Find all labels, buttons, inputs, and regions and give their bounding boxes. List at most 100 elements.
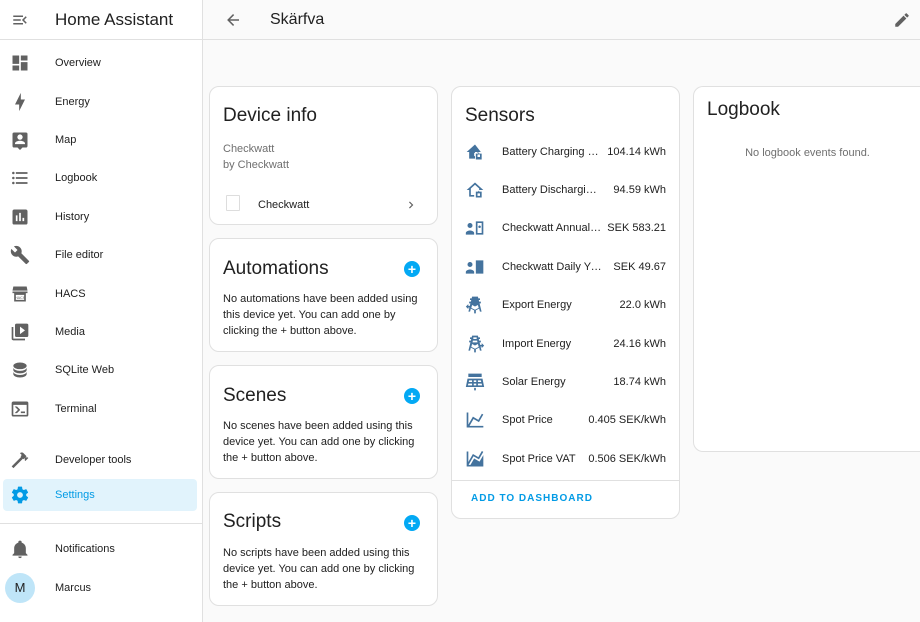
hammer-icon [10,450,30,470]
device-info-card: Device info Checkwatt by Checkwatt Check… [209,86,438,225]
sidebar-item-map[interactable]: Map [0,121,202,159]
transmission-tower-import-icon [464,333,486,355]
lightning-icon [10,92,30,112]
sidebar-item-overview[interactable]: Overview [0,44,202,82]
sidebar-item-label: Marcus [55,581,92,594]
card-title: Device info [223,105,317,126]
back-button[interactable] [221,8,245,32]
wrench-icon [10,245,30,265]
sidebar-item-terminal[interactable]: Terminal [0,390,202,428]
menu-open-icon [13,15,27,24]
device-link[interactable]: Checkwatt [210,191,439,219]
sidebar-item-label: Terminal [55,402,97,415]
sidebar-item-energy[interactable]: Energy [0,82,202,120]
sidebar-item-label: File editor [55,249,104,262]
sensor-row[interactable]: Battery Charging Energy 104.14 kWh [452,137,678,167]
sensor-value: SEK 49.67 [613,261,666,273]
sensor-name: Checkwatt Annual Yield [502,222,602,234]
automations-empty-text: No automations have been added using thi… [223,293,418,337]
plus-icon: + [407,261,417,277]
hacs-icon: HACS [10,284,30,304]
sidebar-nav: Overview Energy Map Logbook History File… [0,40,202,607]
logbook-card: Logbook No logbook events found. [693,86,920,452]
top-bar: Skärfva [203,0,920,40]
sidebar-item-label: History [55,210,90,223]
page-title: Skärfva [270,10,325,28]
chevron-right-icon [409,201,414,209]
account-cash-icon [464,256,486,278]
sidebar-item-label: SQLite Web [55,364,115,377]
sidebar-item-label: Map [55,133,77,146]
sensor-name: Export Energy [502,299,572,311]
sidebar-item-profile[interactable]: M Marcus [0,569,202,607]
sidebar-item-label: HACS [55,287,86,300]
automations-card: Automations + No automations have been a… [209,238,438,352]
list-icon [10,168,30,188]
card-title: Automations [223,258,329,279]
sensor-value: SEK 583.21 [607,222,666,234]
gear-icon [10,485,30,505]
sidebar-item-hacs[interactable]: HACS HACS [0,274,202,312]
sidebar-divider [0,523,202,525]
sidebar-item-developer-tools[interactable]: Developer tools [0,441,202,479]
edit-device-button[interactable] [890,8,914,32]
sidebar-header: Home Assistant [0,0,202,40]
sensor-row[interactable]: Checkwatt Annual Yield SEK 583.21 [452,213,678,243]
sidebar-item-settings[interactable]: Settings [3,479,197,512]
sensor-value: 24.16 kWh [613,338,666,350]
sidebar-item-file-editor[interactable]: File editor [0,236,202,274]
sensor-value: 94.59 kWh [613,184,666,196]
sensor-row[interactable]: Export Energy 22.0 kWh [452,290,678,320]
scripts-card: Scripts + No scripts have been added usi… [209,492,438,606]
device-manufacturer: by Checkwatt [223,159,290,171]
add-to-dashboard-button[interactable]: ADD TO DASHBOARD [471,493,593,504]
transmission-tower-export-icon [464,294,486,316]
sidebar-item-logbook[interactable]: Logbook [0,159,202,197]
add-script-button[interactable]: + [404,515,420,531]
card-divider [452,480,679,481]
sidebar-item-label: Notifications [55,543,115,556]
sensor-name: Spot Price [502,414,553,426]
sensor-row[interactable]: Checkwatt Daily Yield SEK 49.67 [452,252,678,282]
sidebar-item-sqlite-web[interactable]: SQLite Web [0,351,202,389]
svg-text:HACS: HACS [15,296,26,300]
sidebar-item-history[interactable]: History [0,198,202,236]
add-scene-button[interactable]: + [404,388,420,404]
sensor-value: 0.405 SEK/kWh [588,414,666,426]
home-battery-icon [464,141,486,163]
menu-toggle-button[interactable] [0,0,40,40]
dashboard-icon [10,53,30,73]
sensor-value: 0.506 SEK/kWh [588,453,666,465]
chart-line-icon [464,409,486,431]
sensor-name: Checkwatt Daily Yield [502,261,602,273]
bell-icon [10,539,30,559]
sensor-row[interactable]: Spot Price 0.405 SEK/kWh [452,405,678,435]
sidebar-item-media[interactable]: Media [0,313,202,351]
chart-icon [10,207,30,227]
scripts-empty-text: No scripts have been added using this de… [223,547,415,591]
plus-icon: + [407,388,417,404]
sensor-row[interactable]: Solar Energy 18.74 kWh [452,367,678,397]
arrow-left-icon [227,13,239,26]
sidebar-item-notifications[interactable]: Notifications [0,530,202,568]
sensor-value: 18.74 kWh [613,376,666,388]
account-cash-icon [464,217,486,239]
pencil-icon [895,13,909,27]
sensor-name: Import Energy [502,338,572,350]
chart-areaspline-icon [464,448,486,470]
sensor-row[interactable]: Import Energy 24.16 kWh [452,329,678,359]
device-image-icon [226,195,240,211]
sidebar-item-label: Logbook [55,172,98,185]
sensor-name: Solar Energy [502,376,566,388]
map-icon [10,130,30,150]
scenes-empty-text: No scenes have been added using this dev… [223,420,415,464]
sensor-row[interactable]: Battery Discharging Energy 94.59 kWh [452,175,678,205]
home-battery-outline-icon [464,179,486,201]
card-title: Scenes [223,385,287,406]
add-automation-button[interactable]: + [404,261,420,277]
sensor-row[interactable]: Spot Price VAT 0.506 SEK/kWh [452,444,678,474]
scenes-card: Scenes + No scenes have been added using… [209,365,438,479]
plus-icon: + [407,515,417,531]
sidebar-item-label: Media [55,325,85,338]
